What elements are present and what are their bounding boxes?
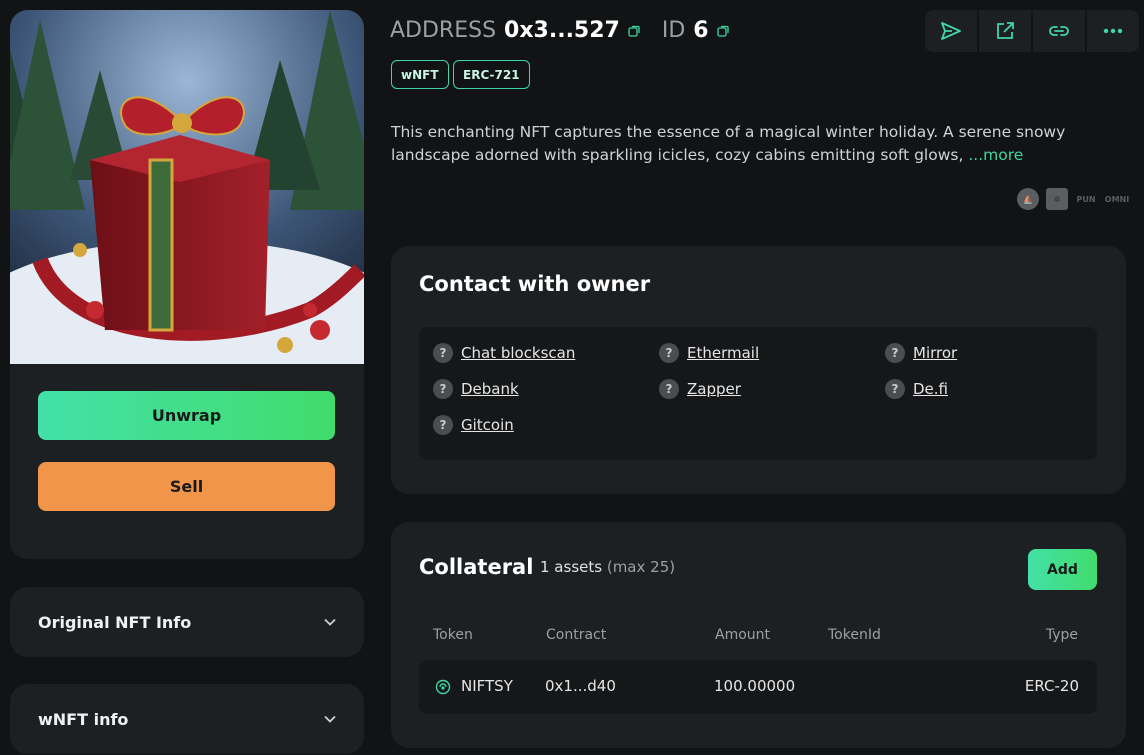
help-icon: ? [433, 415, 453, 435]
send-button[interactable] [925, 10, 977, 52]
cell-token: NIFTSY [461, 677, 513, 695]
external-link-icon [997, 22, 1014, 39]
sell-button[interactable]: Sell [38, 462, 335, 511]
more-icon [1103, 28, 1123, 34]
chevron-down-icon [324, 715, 336, 723]
contact-link-zapper[interactable]: ? Zapper [659, 379, 741, 399]
id-value: 6 [693, 18, 709, 43]
add-collateral-button[interactable]: Add [1028, 549, 1097, 590]
pun-icon[interactable]: PUN [1075, 188, 1097, 210]
contact-links: ? Chat blockscan ? Ethermail ? Mirror ? Deba… [419, 327, 1097, 460]
nft-card: Unwrap Sell [10, 10, 364, 559]
more-link[interactable]: ...more [968, 146, 1023, 164]
copy-link-button[interactable] [1033, 10, 1085, 52]
address-value: 0x3...527 [504, 18, 620, 43]
cell-amount: 100.00000 [714, 677, 796, 695]
wnft-info-accordion[interactable]: wNFT info [10, 684, 364, 754]
link-icon [1049, 26, 1069, 36]
help-icon: ? [885, 343, 905, 363]
help-icon: ? [659, 379, 679, 399]
help-icon: ? [885, 379, 905, 399]
contact-link-chat-blockscan[interactable]: ? Chat blockscan [433, 343, 575, 363]
contact-link-ethermail[interactable]: ? Ethermail [659, 343, 759, 363]
copy-icon[interactable] [628, 25, 640, 37]
marketplace-icons: ⛵ ✲ PUN OMNI [1017, 188, 1130, 210]
looksrare-icon[interactable]: ✲ [1046, 188, 1068, 210]
column-header-contract: Contract [546, 627, 607, 643]
contact-link-defi[interactable]: ? De.fi [885, 379, 948, 399]
nft-description: This enchanting NFT captures the essence… [391, 121, 1091, 167]
description-text: This enchanting NFT captures the essence… [391, 123, 1066, 164]
opensea-icon[interactable]: ⛵ [1017, 188, 1039, 210]
accordion-label: wNFT info [38, 709, 129, 729]
help-icon: ? [433, 343, 453, 363]
contact-title: Contact with owner [419, 272, 651, 296]
unwrap-button[interactable]: Unwrap [38, 391, 335, 440]
contact-owner-card: Contact with owner ? Chat blockscan ? Ethe… [391, 246, 1126, 494]
contact-link-gitcoin[interactable]: ? Gitcoin [433, 415, 514, 435]
niftsy-token-icon [435, 679, 451, 695]
address-label: ADDRESS [390, 18, 497, 43]
external-link-button[interactable] [979, 10, 1031, 52]
send-icon [941, 22, 961, 40]
token-header: ADDRESS 0x3...527 ID 6 [390, 18, 729, 43]
omni-icon[interactable]: OMNI [1104, 188, 1130, 210]
tag-wnft: wNFT [391, 60, 449, 89]
cell-contract[interactable]: 0x1...d40 [545, 677, 616, 695]
original-nft-info-accordion[interactable]: Original NFT Info [10, 587, 364, 657]
help-icon: ? [659, 343, 679, 363]
table-row: NIFTSY 0x1...d40 100.00000 ERC-20 [419, 660, 1097, 714]
column-header-token: Token [433, 627, 473, 643]
copy-icon[interactable] [716, 25, 729, 37]
help-icon: ? [433, 379, 453, 399]
collateral-card: Collateral 1 assets (max 25) Add Token C… [391, 522, 1126, 748]
more-button[interactable] [1087, 10, 1139, 52]
collateral-title: Collateral [419, 555, 534, 579]
column-header-amount: Amount [715, 627, 771, 643]
accordion-label: Original NFT Info [38, 612, 192, 632]
cell-type: ERC-20 [1024, 677, 1079, 695]
collateral-count: 1 assets (max 25) [540, 558, 676, 576]
tag-erc721: ERC-721 [453, 60, 530, 89]
chevron-down-icon [324, 618, 336, 626]
contact-link-debank[interactable]: ? Debank [433, 379, 519, 399]
column-header-type: Type [1045, 627, 1078, 643]
column-header-tokenid: TokenId [828, 627, 881, 643]
id-label: ID [661, 18, 686, 43]
contact-link-mirror[interactable]: ? Mirror [885, 343, 957, 363]
nft-image [10, 10, 364, 364]
action-toolbar [925, 10, 1139, 52]
